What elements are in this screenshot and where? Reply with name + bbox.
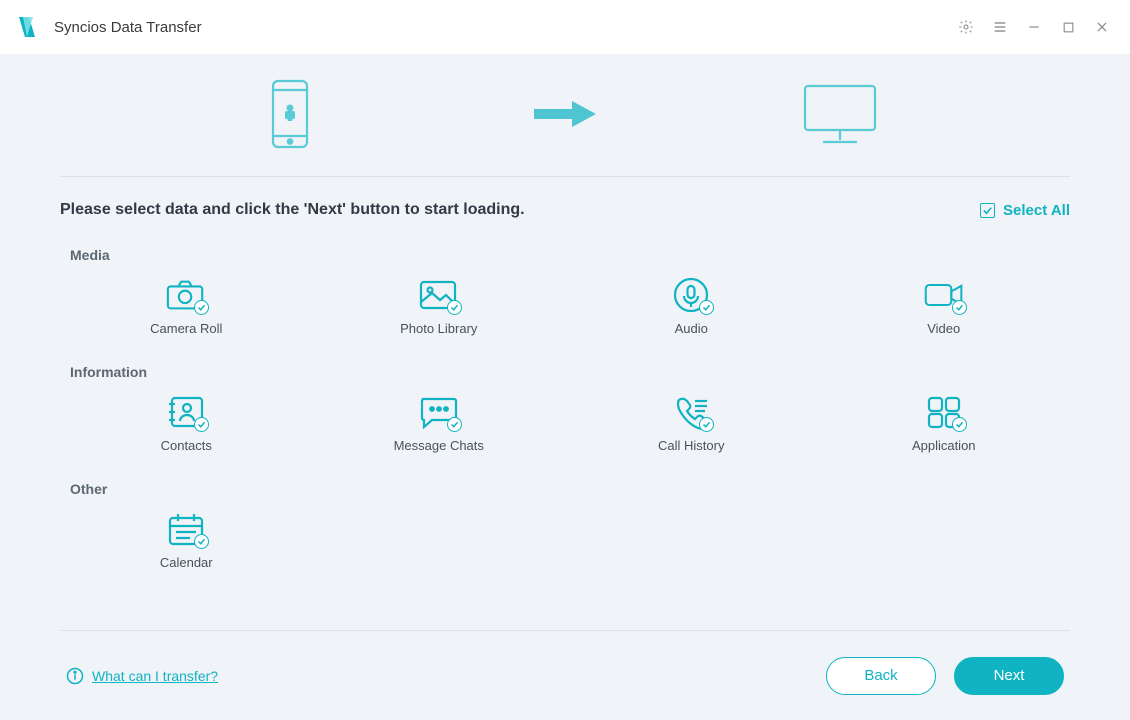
- item-label: Calendar: [160, 555, 213, 570]
- item-message-chats[interactable]: Message Chats: [323, 390, 556, 455]
- select-all-label: Select All: [1003, 202, 1070, 219]
- item-audio[interactable]: Audio: [575, 273, 808, 338]
- arrow-right-icon: [530, 97, 600, 131]
- camera-roll-icon: [165, 277, 207, 313]
- calendar-icon: [165, 511, 207, 547]
- section-media-grid: Camera Roll Photo Library: [70, 273, 1060, 338]
- item-call-history[interactable]: Call History: [575, 390, 808, 455]
- check-badge-icon: [194, 417, 209, 432]
- select-all-checkbox-icon: [980, 203, 995, 218]
- section-title: Other: [70, 481, 1060, 497]
- target-device-icon: [780, 82, 900, 146]
- item-calendar[interactable]: Calendar: [70, 507, 303, 572]
- check-badge-icon: [447, 417, 462, 432]
- data-sections: Media Camera Roll: [60, 247, 1070, 584]
- item-label: Photo Library: [400, 321, 477, 336]
- minimize-icon[interactable]: [1026, 19, 1042, 35]
- contacts-icon: [165, 394, 207, 430]
- audio-icon: [670, 277, 712, 313]
- next-button[interactable]: Next: [954, 657, 1064, 695]
- maximize-icon[interactable]: [1060, 19, 1076, 35]
- item-camera-roll[interactable]: Camera Roll: [70, 273, 303, 338]
- check-badge-icon: [952, 417, 967, 432]
- item-label: Audio: [675, 321, 708, 336]
- app-window: Syncios Data Transfer: [0, 0, 1130, 720]
- transfer-diagram: [60, 54, 1070, 177]
- section-other-grid: Calendar: [70, 507, 1060, 572]
- close-icon[interactable]: [1094, 19, 1110, 35]
- check-badge-icon: [699, 300, 714, 315]
- app-title: Syncios Data Transfer: [54, 19, 202, 36]
- info-icon: [66, 667, 84, 685]
- item-video[interactable]: Video: [828, 273, 1061, 338]
- item-label: Contacts: [161, 438, 212, 453]
- item-label: Call History: [658, 438, 724, 453]
- source-device-icon: [230, 78, 350, 150]
- section-information: Information Contacts: [70, 364, 1060, 467]
- item-contacts[interactable]: Contacts: [70, 390, 303, 455]
- section-other: Other Calendar: [70, 481, 1060, 584]
- menu-icon[interactable]: [992, 19, 1008, 35]
- check-badge-icon: [952, 300, 967, 315]
- title-bar-left: Syncios Data Transfer: [12, 12, 202, 42]
- application-icon: [923, 394, 965, 430]
- section-information-grid: Contacts Message Chats: [70, 390, 1060, 455]
- message-chats-icon: [418, 394, 460, 430]
- item-photo-library[interactable]: Photo Library: [323, 273, 556, 338]
- section-title: Media: [70, 247, 1060, 263]
- check-badge-icon: [699, 417, 714, 432]
- video-icon: [923, 277, 965, 313]
- item-label: Video: [927, 321, 960, 336]
- footer-buttons: Back Next: [826, 657, 1064, 695]
- check-badge-icon: [447, 300, 462, 315]
- footer: What can I transfer? Back Next: [60, 630, 1070, 720]
- section-media: Media Camera Roll: [70, 247, 1060, 350]
- help-label: What can I transfer?: [92, 668, 218, 684]
- main-content: Please select data and click the 'Next' …: [0, 54, 1130, 720]
- back-button[interactable]: Back: [826, 657, 936, 695]
- item-application[interactable]: Application: [828, 390, 1061, 455]
- check-badge-icon: [194, 534, 209, 549]
- app-logo-icon: [12, 12, 42, 42]
- item-label: Camera Roll: [150, 321, 222, 336]
- window-controls: [958, 19, 1110, 35]
- section-title: Information: [70, 364, 1060, 380]
- gear-icon[interactable]: [958, 19, 974, 35]
- instruction-text: Please select data and click the 'Next' …: [60, 201, 525, 219]
- title-bar: Syncios Data Transfer: [0, 0, 1130, 54]
- photo-library-icon: [418, 277, 460, 313]
- item-label: Message Chats: [394, 438, 484, 453]
- instruction-row: Please select data and click the 'Next' …: [60, 201, 1070, 219]
- select-all-toggle[interactable]: Select All: [980, 202, 1070, 219]
- help-link[interactable]: What can I transfer?: [66, 667, 218, 685]
- call-history-icon: [670, 394, 712, 430]
- item-label: Application: [912, 438, 976, 453]
- check-badge-icon: [194, 300, 209, 315]
